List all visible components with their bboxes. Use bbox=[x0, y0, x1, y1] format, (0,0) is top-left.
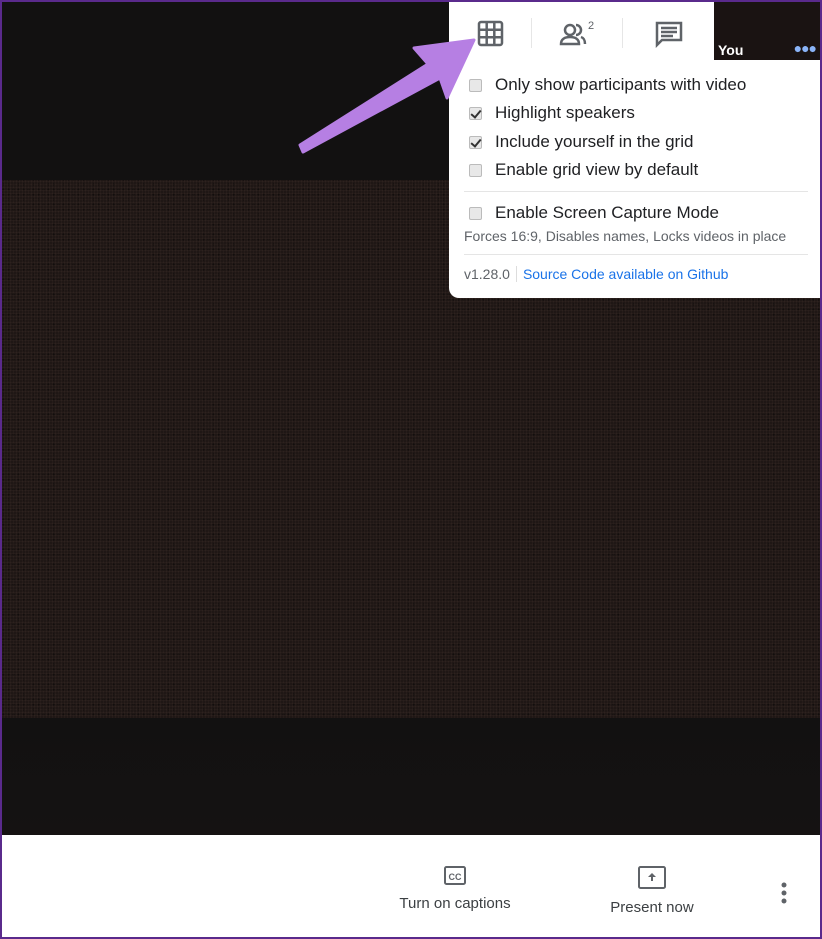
captions-button[interactable]: CC Turn on captions bbox=[390, 865, 520, 912]
divider bbox=[464, 254, 808, 255]
closed-captions-icon: CC bbox=[444, 866, 466, 885]
screen-capture-note: Forces 16:9, Disables names, Locks video… bbox=[464, 228, 787, 244]
present-now-button[interactable]: Present now bbox=[597, 865, 707, 916]
version-label: v1.28.0 bbox=[464, 266, 517, 282]
present-screen-icon bbox=[638, 866, 666, 889]
captions-label: Turn on captions bbox=[399, 895, 511, 912]
lower-video-area bbox=[0, 718, 822, 835]
checkbox[interactable] bbox=[469, 206, 482, 220]
present-label: Present now bbox=[610, 899, 694, 916]
source-code-link[interactable]: Source Code available on Github bbox=[523, 266, 728, 282]
bottom-control-bar: CC Turn on captions Present now bbox=[0, 835, 822, 939]
annotation-arrow bbox=[298, 38, 476, 154]
more-options-icon[interactable] bbox=[774, 880, 794, 906]
option-label: Enable Screen Capture Mode bbox=[495, 203, 719, 222]
svg-text:CC: CC bbox=[449, 872, 462, 882]
option-screen-capture[interactable]: Enable Screen Capture Mode bbox=[469, 203, 719, 223]
panel-footer: v1.28.0 Source Code available on Github bbox=[464, 266, 728, 282]
